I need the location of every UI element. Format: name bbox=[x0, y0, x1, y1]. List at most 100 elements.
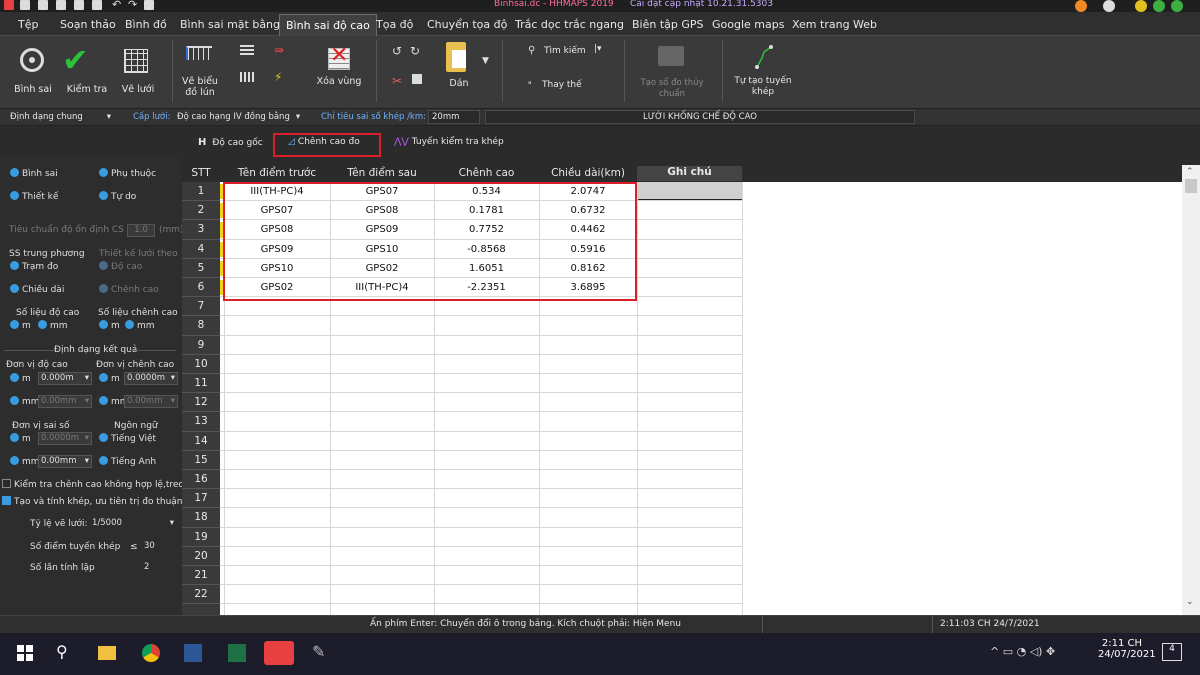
row-number[interactable]: 13 bbox=[182, 412, 220, 432]
ss-m-select[interactable]: 0.0000m ▾ bbox=[38, 432, 92, 445]
xoa-vung-button[interactable]: Xóa vùng bbox=[314, 76, 364, 87]
row-number[interactable]: 16 bbox=[182, 470, 220, 490]
radio-do-cao-m[interactable]: m bbox=[10, 320, 31, 331]
menu-tep[interactable]: Tệp bbox=[18, 18, 38, 31]
calculator-icon[interactable] bbox=[144, 0, 154, 10]
cut-icon[interactable]: ✂ bbox=[392, 74, 402, 88]
app-icon[interactable]: ✎ bbox=[312, 642, 334, 664]
dan-button[interactable]: Dán bbox=[444, 78, 474, 89]
undo-icon[interactable]: ↺ bbox=[392, 44, 402, 58]
redo-icon[interactable]: ↻ bbox=[410, 44, 420, 58]
taskbar-clock[interactable]: 2:11 CH 24/07/2021 bbox=[1098, 638, 1156, 660]
redo-icon[interactable]: ↷ bbox=[128, 0, 138, 10]
row-number[interactable]: 17 bbox=[182, 489, 220, 509]
tab-do-cao-goc[interactable]: H Độ cao gốc bbox=[198, 137, 263, 148]
menu-xem-trang-web[interactable]: Xem trang Web bbox=[792, 18, 877, 31]
radio-chenh-cao-m[interactable]: m bbox=[99, 320, 120, 331]
vertical-scrollbar[interactable]: ⌃ ⌄ bbox=[1182, 165, 1200, 615]
row-number[interactable]: 9 bbox=[182, 335, 220, 355]
radio-tieng-anh[interactable]: Tiếng Anh bbox=[99, 456, 156, 467]
row-number[interactable]: 18 bbox=[182, 508, 220, 528]
edit-icon[interactable] bbox=[74, 0, 84, 10]
so-diem-input[interactable]: 30 bbox=[142, 541, 176, 554]
scroll-thumb[interactable] bbox=[1185, 179, 1197, 193]
windows-start-icon[interactable] bbox=[14, 642, 36, 664]
chevron-down-icon[interactable]: ▼ bbox=[482, 56, 489, 66]
header-stt[interactable]: STT bbox=[182, 167, 220, 179]
open-folder-icon[interactable] bbox=[38, 0, 48, 10]
ty-le-select[interactable]: 1/5000 ▾ bbox=[90, 518, 176, 531]
menu-toa-do[interactable]: Tọa độ bbox=[376, 18, 413, 31]
row-number[interactable]: 4 bbox=[182, 239, 220, 259]
radio-dv-do-cao-mm[interactable]: mm bbox=[10, 396, 40, 407]
kiem-tra-checkbox[interactable]: Kiểm tra chênh cao không hợp lệ,treo bbox=[2, 479, 184, 490]
tab-tuyen-kiem-tra-khep[interactable]: ⋀⋁ Tuyến kiểm tra khép bbox=[394, 137, 504, 147]
binh-sai-button[interactable]: Bình sai bbox=[8, 84, 58, 95]
row-number[interactable]: 7 bbox=[182, 297, 220, 317]
ve-bieu-do-lun-button[interactable]: Vẽ biểu đồ lún bbox=[180, 76, 220, 98]
row-number[interactable]: 5 bbox=[182, 258, 220, 278]
radio-tieng-viet[interactable]: Tiếng Việt bbox=[99, 433, 156, 444]
row-number[interactable]: 8 bbox=[182, 316, 220, 336]
row-number[interactable]: 2 bbox=[182, 201, 220, 221]
menu-soan-thao[interactable]: Soạn thảo bbox=[60, 18, 116, 31]
radio-chenh-cao[interactable]: Chênh cao bbox=[99, 284, 159, 295]
file-explorer-icon[interactable] bbox=[96, 642, 118, 664]
radio-ss-m[interactable]: m bbox=[10, 433, 31, 444]
menu-binh-sai-do-cao[interactable]: Bình sai độ cao bbox=[279, 14, 377, 36]
cell-ghi-chu[interactable] bbox=[637, 220, 742, 239]
row-number[interactable]: 22 bbox=[182, 585, 220, 605]
tao-tinh-khep-checkbox[interactable]: Tạo và tính khép, ưu tiên trị đo thuận bbox=[2, 496, 183, 507]
row-number[interactable]: 10 bbox=[182, 354, 220, 374]
maximize-button[interactable] bbox=[1153, 0, 1165, 12]
row-number[interactable]: 12 bbox=[182, 393, 220, 413]
menu-bien-tap-gps[interactable]: Biên tập GPS bbox=[632, 18, 704, 31]
menu-chuyen-toa-do[interactable]: Chuyển tọa độ bbox=[427, 18, 507, 31]
radio-do-cao-mm[interactable]: mm bbox=[38, 320, 68, 331]
radio-chieu-dai[interactable]: Chiều dài bbox=[10, 284, 64, 295]
menu-binh-sai-mat-bang[interactable]: Bình sai mặt bằng bbox=[180, 18, 280, 31]
ve-luoi-button[interactable]: Vẽ lưới bbox=[118, 84, 158, 95]
tim-kiem-dropdown[interactable]: |▾ bbox=[594, 44, 602, 54]
ss-mm-select[interactable]: 0.00mm ▾ bbox=[38, 455, 92, 468]
row-number[interactable]: 1 bbox=[182, 182, 220, 202]
close-button[interactable] bbox=[1171, 0, 1183, 12]
selected-cell[interactable] bbox=[637, 182, 742, 202]
excel-icon[interactable] bbox=[226, 642, 248, 664]
menu-google-maps[interactable]: Google maps bbox=[712, 18, 784, 31]
radio-thiet-ke[interactable]: Thiết kế bbox=[10, 191, 58, 202]
radio-binh-sai[interactable]: Bình sai bbox=[10, 168, 58, 179]
row-number[interactable]: 19 bbox=[182, 527, 220, 547]
menu-binh-do[interactable]: Bình đồ bbox=[125, 18, 167, 31]
insert-column-icon[interactable] bbox=[240, 72, 254, 82]
dv-do-cao-mm-select[interactable]: 0.00mm ▾ bbox=[38, 395, 92, 408]
save-icon[interactable] bbox=[56, 0, 66, 10]
cap-luoi-select[interactable]: Độ cao hạng IV đồng bằng ▾ bbox=[177, 112, 300, 122]
radio-dv-do-cao-m[interactable]: m bbox=[10, 373, 31, 384]
scroll-up-icon[interactable]: ⌃ bbox=[1186, 167, 1194, 177]
delete-column-icon[interactable]: ⚡ bbox=[274, 70, 282, 84]
radio-dv-chenh-cao-m[interactable]: m bbox=[99, 373, 120, 384]
dinh-dang-chung-select[interactable]: Định dạng chung ▾ bbox=[10, 112, 111, 122]
thay-the-button[interactable]: Thay thế bbox=[542, 80, 582, 90]
header-ten-diem-truoc[interactable]: Tên điểm trước bbox=[224, 167, 330, 179]
tao-so-do-thuy-chuan-button[interactable]: Tạo sổ đo thủy chuẩn bbox=[636, 78, 708, 100]
search-icon[interactable]: ⚲ bbox=[56, 642, 78, 664]
print-icon[interactable] bbox=[92, 0, 102, 10]
radio-ss-mm[interactable]: mm bbox=[10, 456, 40, 467]
update-link[interactable]: Cài đặt cập nhật 10.21.31.5303 bbox=[630, 0, 773, 9]
radio-do-cao[interactable]: Độ cao bbox=[99, 261, 142, 272]
tim-kiem-button[interactable]: Tìm kiếm bbox=[544, 46, 586, 56]
minimize-button[interactable] bbox=[1135, 0, 1147, 12]
insert-row-icon[interactable] bbox=[240, 45, 254, 55]
dv-chenh-cao-m-select[interactable]: 0.0000m ▾ bbox=[124, 372, 178, 385]
tu-tao-tuyen-khep-button[interactable]: Tự tạo tuyến khép bbox=[730, 76, 796, 98]
cell-ghi-chu[interactable] bbox=[637, 240, 742, 259]
dv-chenh-cao-mm-select[interactable]: 0.00mm ▾ bbox=[124, 395, 178, 408]
header-ten-diem-sau[interactable]: Tên điểm sau bbox=[330, 167, 434, 179]
new-file-icon[interactable] bbox=[20, 0, 30, 10]
menu-trac-doc[interactable]: Trắc dọc trắc ngang bbox=[515, 18, 624, 31]
undo-icon[interactable]: ↶ bbox=[112, 0, 122, 10]
so-lan-input[interactable]: 2 bbox=[142, 562, 176, 575]
chrome-icon[interactable] bbox=[140, 642, 162, 664]
